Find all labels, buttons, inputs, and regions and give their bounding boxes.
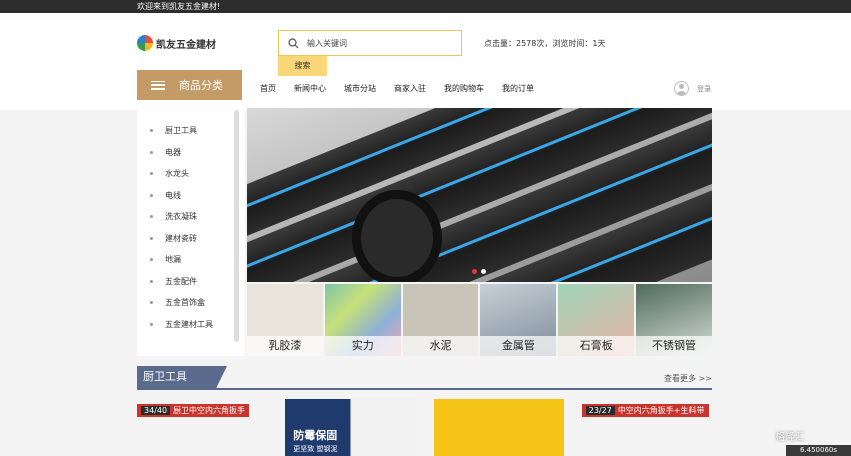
logo-text: 凯友五金建材 [156, 39, 216, 51]
product-tag: 34/40 厨卫中空内六角扳手 [137, 404, 250, 417]
sidebar-item-hardware-parts[interactable]: 五金配件 [137, 271, 245, 293]
tile-latex-paint[interactable]: 乳胶漆 [247, 284, 323, 356]
nav-news[interactable]: 新闻中心 [294, 83, 326, 94]
product-count: 34/40 [141, 406, 171, 415]
search-icon [279, 31, 307, 55]
timer-readout: 6.450060s [786, 445, 851, 456]
header: 凯友五金建材 搜索 点击量：2578次，浏览时间：1天 商品分类 首页 新闻中心… [0, 13, 851, 110]
sidebar-item-wire[interactable]: 电线 [137, 185, 245, 207]
sidebar-item-building-tools[interactable]: 五金建材工具 [137, 314, 245, 336]
tile-label: 水泥 [402, 336, 479, 356]
nav-orders[interactable]: 我的订单 [502, 83, 534, 94]
search-box [278, 30, 462, 56]
tile-metal-pipe[interactable]: 金属管 [480, 284, 557, 356]
login-area[interactable]: 登录 [674, 81, 711, 96]
product-title: 防霉保固 [293, 429, 338, 442]
nav-home[interactable]: 首页 [260, 83, 276, 94]
tile-label: 不锈钢管 [636, 336, 712, 356]
banner-dot-1[interactable] [472, 269, 477, 274]
tile-gypsum-board[interactable]: 石膏板 [558, 284, 635, 356]
nav-merchant[interactable]: 商家入驻 [394, 83, 426, 94]
sidebar-item-tiles[interactable]: 建材瓷砖 [137, 228, 245, 250]
watermark: 格隆汇 [775, 432, 805, 443]
product-card[interactable]: 防霉保固 更坚致 塑钢泥 [285, 399, 416, 456]
tile-label: 实力 [324, 336, 401, 356]
sidebar-item-floor-drain[interactable]: 地漏 [137, 249, 245, 271]
tile-label: 石膏板 [558, 336, 635, 356]
search-button[interactable]: 搜索 [278, 56, 327, 76]
welcome-text: 欢迎来到凯友五金建材! [137, 2, 221, 11]
visit-stats: 点击量：2578次，浏览时间：1天 [484, 39, 606, 48]
section-title: 厨卫工具 [137, 366, 227, 388]
tile-cement[interactable]: 水泥 [402, 284, 479, 356]
product-row: 34/40 厨卫中空内六角扳手 防霉保固 更坚致 塑钢泥 23/27 中空内六角扳手… [137, 399, 712, 456]
sidebar-scrollbar[interactable] [234, 110, 239, 342]
banner-dot-2[interactable] [481, 269, 486, 274]
tile-label: 金属管 [480, 336, 557, 356]
product-card[interactable]: 23/27 中空内六角扳手+生料带 [581, 399, 712, 456]
menu-icon [151, 80, 165, 90]
sidebar-item-faucet[interactable]: 水龙头 [137, 163, 245, 185]
login-link[interactable]: 登录 [697, 84, 711, 94]
tile-steel-pipe[interactable]: 不锈钢管 [636, 284, 712, 356]
category-title: 商品分类 [179, 79, 223, 92]
product-subtitle: 更坚致 塑钢泥 [293, 445, 338, 453]
tile-label: 乳胶漆 [247, 336, 323, 356]
sidebar-item-jewelry-box[interactable]: 五金首饰盒 [137, 292, 245, 314]
banner-dots [472, 269, 486, 274]
logo[interactable]: 凯友五金建材 [137, 35, 216, 51]
category-tiles: 乳胶漆 实力 水泥 金属管 石膏板 不锈钢管 [247, 284, 712, 356]
sidebar-item-kitchen-tools[interactable]: 厨卫工具 [137, 120, 245, 142]
nav-city[interactable]: 城市分站 [344, 83, 376, 94]
sidebar-item-laundry-pods[interactable]: 洗衣凝珠 [137, 206, 245, 228]
product-count: 23/27 [585, 406, 615, 415]
product-tag-text: 厨卫中空内六角扳手 [173, 406, 246, 415]
product-card[interactable]: 34/40 厨卫中空内六角扳手 [137, 399, 268, 456]
nav-cart[interactable]: 我的购物车 [444, 83, 484, 94]
logo-icon [137, 35, 153, 51]
product-tag: 23/27 中空内六角扳手+生料带 [581, 404, 709, 417]
search-input[interactable] [307, 38, 447, 48]
top-bar: 欢迎来到凯友五金建材! [0, 0, 851, 13]
user-avatar-icon [674, 81, 689, 96]
view-more-link[interactable]: 查看更多 >> [664, 373, 712, 384]
section-header: 厨卫工具 查看更多 >> [137, 366, 712, 390]
main-nav: 首页 新闻中心 城市分站 商家入驻 我的购物车 我的订单 [260, 83, 552, 94]
product-tag-text: 中空内六角扳手+生料带 [617, 406, 705, 415]
product-card[interactable] [433, 399, 564, 456]
tile-strength[interactable]: 实力 [324, 284, 401, 356]
hero-banner[interactable] [247, 108, 712, 282]
pipes-image [247, 108, 712, 282]
sidebar-item-appliances[interactable]: 电器 [137, 142, 245, 164]
category-header[interactable]: 商品分类 [137, 70, 242, 100]
category-sidebar: 厨卫工具 电器 水龙头 电线 洗衣凝珠 建材瓷砖 地漏 五金配件 五金首饰盒 五… [137, 108, 245, 356]
